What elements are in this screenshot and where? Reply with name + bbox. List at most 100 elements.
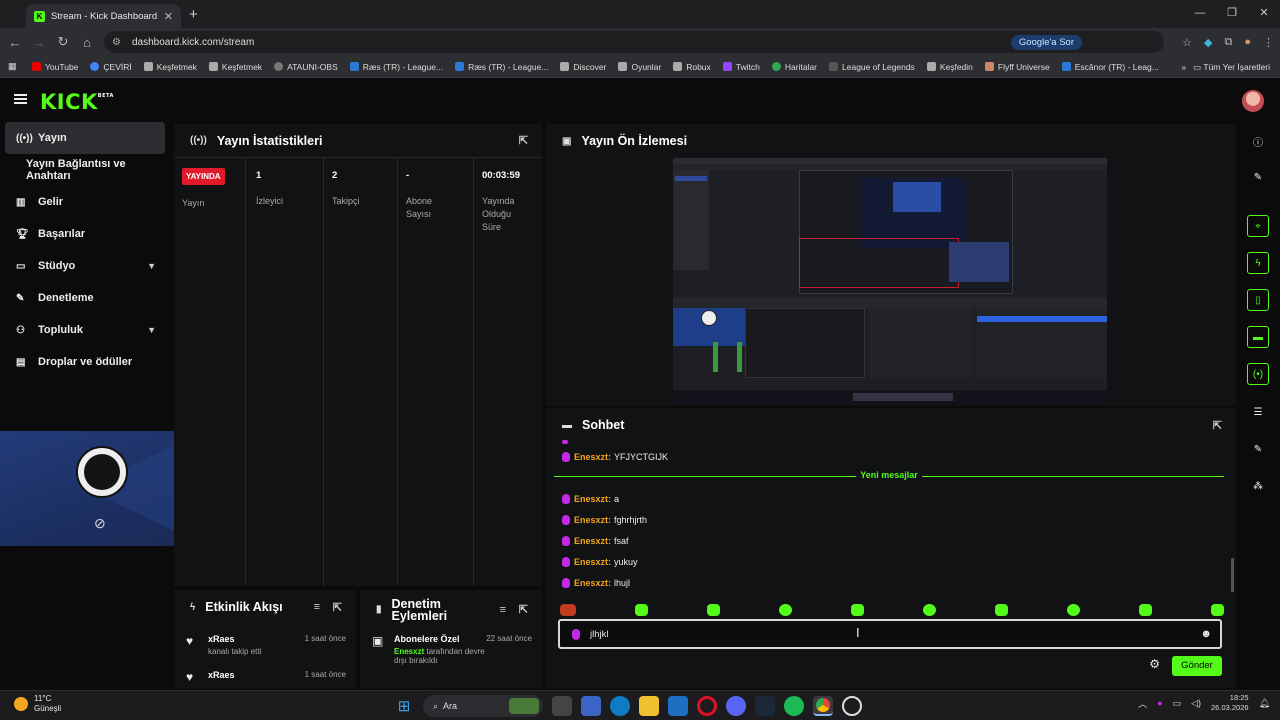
filter-icon[interactable]: ≡: [500, 604, 506, 616]
stream-preview-video[interactable]: [673, 158, 1107, 404]
discord-icon[interactable]: [726, 696, 746, 716]
bookmark-item[interactable]: Keşfedin: [926, 62, 973, 72]
bookmark-item[interactable]: Ræs (TR) - League...: [349, 62, 443, 72]
popout-icon[interactable]: ⇱: [519, 604, 528, 616]
clipboard-icon[interactable]: ▯: [1247, 289, 1269, 311]
close-tab-icon[interactable]: ✕: [164, 10, 173, 23]
emoji-icon[interactable]: ☻: [1200, 628, 1212, 640]
sidebar-item-yayin[interactable]: ((•)) Yayın: [5, 122, 165, 154]
chat-message[interactable]: Enesxzt: a: [562, 494, 619, 504]
taskbar-search[interactable]: ⌕ Ara: [423, 695, 543, 717]
chat-scrollbar[interactable]: [1231, 558, 1234, 592]
google-ask-button[interactable]: Google'a Sor: [1010, 35, 1082, 50]
popout-icon[interactable]: ⇱: [333, 601, 342, 614]
edit-icon[interactable]: ✎: [1247, 166, 1269, 188]
bookmark-item[interactable]: ÇEVİRİ: [90, 62, 132, 72]
layers-icon[interactable]: ☰: [1247, 401, 1269, 423]
weather-widget[interactable]: 11°C Güneşli: [14, 694, 61, 714]
obs-taskbar-icon[interactable]: [842, 696, 862, 716]
sidebar-item-studyo[interactable]: ▭ Stüdyo ▼: [0, 250, 170, 282]
new-tab-button[interactable]: +: [189, 6, 198, 23]
lightning-icon[interactable]: ϟ: [1247, 252, 1269, 274]
chat-bubble-icon[interactable]: ▬: [1247, 326, 1269, 348]
info-icon[interactable]: ⓘ: [1247, 130, 1269, 152]
maximize-icon[interactable]: ❐: [1216, 0, 1248, 28]
all-bookmarks-link[interactable]: » ▭ Tüm Yer İşaretleri: [1181, 62, 1270, 73]
outlook-icon[interactable]: [668, 696, 688, 716]
back-icon[interactable]: ←: [3, 35, 27, 50]
microphone-icon[interactable]: ●: [1157, 698, 1162, 708]
bookmark-item[interactable]: Escânor (TR) - Leag...: [1061, 62, 1159, 72]
hamburger-menu-icon[interactable]: [14, 94, 27, 104]
bookmark-item[interactable]: League of Legends: [829, 62, 915, 72]
home-icon[interactable]: ⌂: [75, 35, 99, 50]
file-explorer-icon[interactable]: [639, 696, 659, 716]
sidebar-item-denetleme[interactable]: ✎ Denetleme: [0, 282, 170, 314]
send-button[interactable]: Gönder: [1172, 656, 1222, 676]
sidebar-item-droplar[interactable]: ▤ Droplar ve ödüller: [0, 346, 170, 378]
bookmark-item[interactable]: Keşfetmek: [208, 62, 262, 72]
kick-logo[interactable]: KICKBETA: [40, 90, 114, 114]
chrome-icon[interactable]: [813, 696, 833, 716]
clock[interactable]: 18:25 26.03.2026: [1211, 693, 1249, 713]
bookmark-item[interactable]: ATAUNI-OBS: [274, 62, 338, 72]
emote-icon[interactable]: [1211, 604, 1224, 616]
close-window-icon[interactable]: ✕: [1248, 0, 1280, 28]
chat-message[interactable]: Enesxzt: yukuy: [562, 557, 638, 567]
emote-icon[interactable]: [635, 604, 648, 616]
opera-icon[interactable]: [697, 696, 717, 716]
wrench-icon[interactable]: ✎: [1247, 438, 1269, 460]
bookmark-item[interactable]: Twitch: [722, 62, 760, 72]
focus-icon[interactable]: ⌖: [1247, 215, 1269, 237]
url-field[interactable]: ⚙ dashboard.kick.com/stream Google'a Sor: [104, 31, 1164, 53]
moderation-item[interactable]: ▣ Abonelere Özel Enesxzt tarafından devr…: [372, 634, 532, 665]
bookmark-item[interactable]: Ræs (TR) - League...: [455, 62, 548, 72]
sidebar-item-basarilar[interactable]: 🏆︎ Başarılar: [0, 218, 170, 250]
chat-message[interactable]: Enesxzt: YFJYCTGIJK: [562, 452, 668, 462]
minimize-icon[interactable]: —: [1184, 0, 1216, 28]
extensions-puzzle-icon[interactable]: ⧉: [1224, 36, 1232, 49]
windows-start-icon[interactable]: ⊞: [394, 696, 414, 716]
apps-grid-icon[interactable]: ▦: [8, 61, 20, 72]
bookmark-item[interactable]: Keşfetmek: [143, 62, 197, 72]
emote-icon[interactable]: [851, 604, 864, 616]
sidebar-item-gelir[interactable]: ▥ Gelir: [0, 186, 170, 218]
bookmark-item[interactable]: Robux: [673, 62, 711, 72]
browser-tab[interactable]: K Stream - Kick Dashboard ✕: [26, 4, 181, 28]
steam-icon[interactable]: [755, 696, 775, 716]
edge-icon[interactable]: [610, 696, 630, 716]
bookmark-item[interactable]: Oyunlar: [618, 62, 661, 72]
app-icon[interactable]: [581, 696, 601, 716]
emote-icon[interactable]: [1067, 604, 1080, 616]
share-icon[interactable]: ⁂: [1247, 475, 1269, 497]
emote-icon[interactable]: [995, 604, 1008, 616]
menu-dots-icon[interactable]: ⋮: [1263, 36, 1274, 49]
chat-message[interactable]: Enesxzt: fghrhjrth: [562, 515, 647, 525]
profile-icon[interactable]: ●: [1244, 36, 1251, 48]
forward-icon[interactable]: →: [27, 35, 51, 50]
notification-bell-icon[interactable]: 🔔︎: [1259, 698, 1270, 709]
popout-icon[interactable]: ⇱: [1213, 419, 1222, 432]
filter-icon[interactable]: ≡: [314, 601, 320, 613]
sidebar-item-topluluk[interactable]: ⚇ Topluluk ▼: [0, 314, 170, 346]
bookmark-item[interactable]: Haritalar: [771, 62, 817, 72]
site-info-icon[interactable]: ⚙: [112, 37, 124, 48]
bookmark-star-icon[interactable]: ☆: [1182, 36, 1192, 49]
chat-message[interactable]: Enesxzt: fsaf: [562, 536, 629, 546]
emote-icon[interactable]: [923, 604, 936, 616]
emote-icon[interactable]: [560, 604, 576, 616]
emote-icon[interactable]: [779, 604, 792, 616]
chat-settings-icon[interactable]: ⚙: [1149, 657, 1160, 671]
chevron-up-icon[interactable]: ︿: [1138, 697, 1147, 710]
extension-icon[interactable]: ◆: [1204, 36, 1212, 49]
volume-icon[interactable]: ◁): [1191, 698, 1201, 709]
avatar[interactable]: [1242, 90, 1264, 112]
network-icon[interactable]: ▭: [1173, 698, 1182, 709]
bookmark-item[interactable]: Discover: [560, 62, 606, 72]
task-view-icon[interactable]: [552, 696, 572, 716]
chat-input[interactable]: jlhjkl I ☻: [558, 619, 1222, 649]
chat-message[interactable]: Enesxzt: lhujl: [562, 578, 630, 588]
event-item[interactable]: ♥ xRaes 1 saat önce: [186, 670, 346, 684]
event-item[interactable]: ♥ xRaes kanalı takip etti 1 saat önce: [186, 634, 346, 656]
bookmark-item[interactable]: YouTube: [32, 62, 78, 72]
